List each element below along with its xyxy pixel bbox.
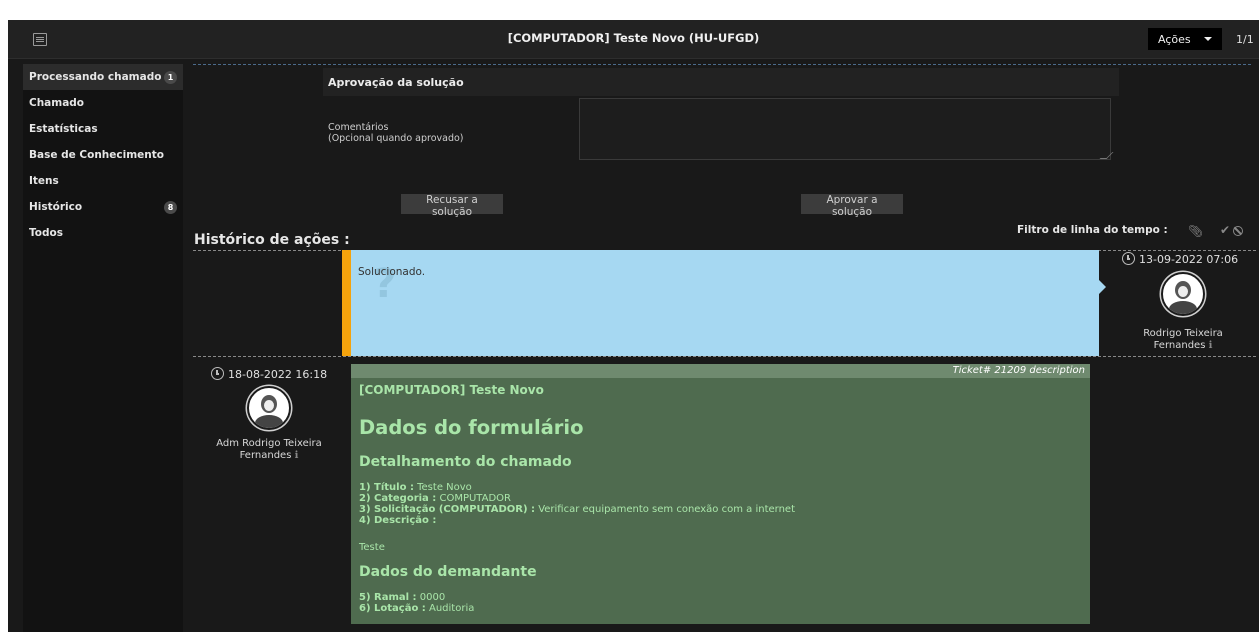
sidebar-item-label: Histórico bbox=[29, 201, 83, 213]
caret-down-icon bbox=[1204, 37, 1212, 41]
main-panel: Aprovação da solução Comentários (Opcion… bbox=[183, 58, 1259, 632]
author-name: Fernandes bbox=[1153, 340, 1206, 351]
divider bbox=[193, 356, 1256, 357]
refuse-solution-button[interactable]: Recusar a solução bbox=[401, 194, 503, 218]
check-icon[interactable]: ✔︎ bbox=[1220, 223, 1230, 237]
sidebar-item-processando-chamado[interactable]: Processando chamado 1 bbox=[23, 64, 183, 90]
timeline-entry-solution: ? Solucionado. bbox=[342, 250, 1099, 356]
form-field: 1) Título : Teste Novo bbox=[359, 482, 472, 493]
sidebar-item-label: Chamado bbox=[29, 97, 85, 109]
title-bar: [COMPUTADOR] Teste Novo (HU-UFGD) Ações … bbox=[8, 20, 1259, 59]
form-field: 6) Lotação : Auditoria bbox=[359, 603, 475, 614]
approve-solution-button[interactable]: Aprovar a solução bbox=[801, 194, 903, 218]
author-name: Fernandes bbox=[239, 450, 292, 461]
actions-label: Ações bbox=[1158, 32, 1191, 46]
entry-text: Solucionado. bbox=[358, 266, 426, 278]
count-badge: 8 bbox=[164, 201, 177, 214]
sidebar-item-base-de-conhecimento[interactable]: Base de Conhecimento bbox=[23, 142, 183, 168]
entry-date: 18-08-2022 16:18 bbox=[228, 368, 328, 381]
ticket-window: [COMPUTADOR] Teste Novo (HU-UFGD) Ações … bbox=[8, 20, 1259, 632]
entry-pointer bbox=[1099, 280, 1106, 294]
author-name: Adm Rodrigo Teixeira bbox=[216, 438, 322, 449]
entry-date: 13-09-2022 07:06 bbox=[1139, 253, 1239, 266]
sidebar-item-label: Itens bbox=[29, 175, 59, 187]
approval-heading: Aprovação da solução bbox=[328, 76, 464, 89]
description-text: Teste bbox=[359, 542, 385, 553]
author-name: Rodrigo Teixeira bbox=[1143, 328, 1223, 339]
section-heading: Detalhamento do chamado bbox=[359, 454, 572, 470]
sidebar-item-label: Processando chamado bbox=[29, 71, 162, 83]
ban-icon[interactable] bbox=[1233, 226, 1243, 236]
actions-dropdown[interactable]: Ações bbox=[1148, 28, 1222, 50]
info-icon[interactable]: ℹ︎ bbox=[1209, 340, 1213, 351]
sidebar-item-label: Todos bbox=[29, 227, 63, 239]
comments-label: Comentários (Opcional quando aprovado) bbox=[328, 122, 464, 144]
sidebar-item-itens[interactable]: Itens bbox=[23, 168, 183, 194]
sidebar-item-todos[interactable]: Todos bbox=[23, 220, 183, 246]
count-badge: 1 bbox=[164, 71, 177, 84]
form-field: 3) Solicitação (COMPUTADOR) : Verificar … bbox=[359, 504, 795, 515]
sidebar-item-chamado[interactable]: Chamado bbox=[23, 90, 183, 116]
clock-icon bbox=[1122, 252, 1135, 265]
form-field: 2) Categoria : COMPUTADOR bbox=[359, 493, 511, 504]
sidebar-item-label: Base de Conhecimento bbox=[29, 149, 164, 161]
ticket-description-label: Ticket# 21209 description bbox=[952, 365, 1085, 376]
entry-title: [COMPUTADOR] Teste Novo bbox=[359, 383, 544, 397]
entry-author[interactable]: Adm Rodrigo Teixeira Fernandes ℹ︎ bbox=[193, 438, 345, 462]
clock-icon bbox=[211, 367, 224, 380]
section-heading: Dados do demandante bbox=[359, 564, 537, 580]
timeline-entry-description: Ticket# 21209 description [COMPUTADOR] T… bbox=[351, 364, 1090, 624]
sidebar-item-historico[interactable]: Histórico 8 bbox=[23, 194, 183, 220]
entry-author[interactable]: Rodrigo Teixeira Fernandes ℹ︎ bbox=[1107, 328, 1259, 352]
avatar bbox=[1161, 272, 1205, 316]
page-count: 1/1 bbox=[1236, 33, 1254, 46]
comments-label-text: Comentários bbox=[328, 122, 389, 133]
comments-input[interactable] bbox=[579, 98, 1111, 160]
form-field: 4) Descrição : bbox=[359, 515, 437, 526]
avatar bbox=[247, 386, 291, 430]
form-heading: Dados do formulário bbox=[359, 416, 584, 439]
paperclip-icon[interactable]: 📎︎ bbox=[1188, 224, 1203, 238]
sidebar-item-label: Estatísticas bbox=[29, 123, 98, 135]
history-title: Histórico de ações : bbox=[194, 232, 350, 248]
window-title: [COMPUTADOR] Teste Novo (HU-UFGD) bbox=[507, 31, 760, 45]
comments-hint: (Opcional quando aprovado) bbox=[328, 133, 464, 144]
info-icon[interactable]: ℹ︎ bbox=[295, 450, 299, 461]
sidebar-item-estatisticas[interactable]: Estatísticas bbox=[23, 116, 183, 142]
form-field: 5) Ramal : 0000 bbox=[359, 592, 446, 603]
timeline-filter-label: Filtro de linha do tempo : bbox=[1017, 224, 1168, 236]
approval-header: Aprovação da solução bbox=[323, 68, 1119, 96]
divider bbox=[193, 64, 1251, 65]
sidebar: Processando chamado 1 Chamado Estatístic… bbox=[23, 64, 183, 632]
